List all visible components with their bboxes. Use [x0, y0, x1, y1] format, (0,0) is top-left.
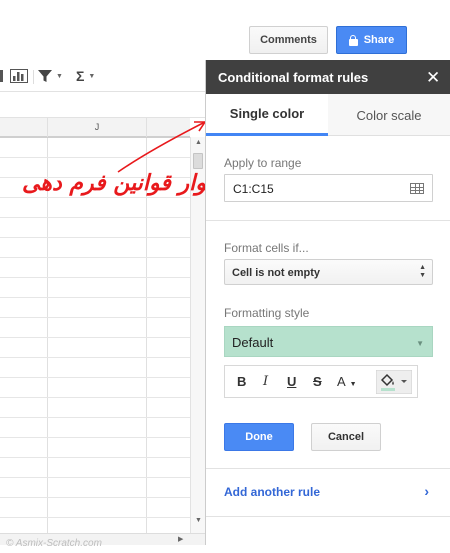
strikethrough-button[interactable]: S [313, 374, 322, 389]
italic-button[interactable]: I [263, 374, 268, 389]
add-another-rule[interactable]: Add another rule › [206, 473, 450, 513]
vertical-scrollbar[interactable]: ▲ ▼ [190, 137, 205, 533]
chart-icon[interactable] [10, 68, 28, 84]
chevron-right-icon: › [424, 483, 429, 499]
select-range-icon[interactable] [410, 183, 424, 194]
panel-title: Conditional format rules [218, 70, 369, 85]
scroll-up-icon[interactable]: ▲ [195, 139, 202, 146]
range-input[interactable]: C1:C15 [224, 174, 433, 202]
formatting-style-label: Formatting style [224, 306, 310, 320]
toolbar-partial-icon[interactable] [0, 68, 4, 84]
panel-header: Conditional format rules ✕ [206, 60, 450, 94]
apply-range-label: Apply to range [224, 156, 302, 170]
filter-dropdown-icon[interactable]: ▼ [56, 73, 63, 80]
formatting-style-value: Default [232, 335, 274, 350]
functions-icon[interactable]: Σ ▼ [76, 68, 95, 84]
tab-color-scale[interactable]: Color scale [328, 94, 450, 136]
close-icon[interactable]: ✕ [426, 68, 440, 88]
annotation-text: نوار قوانین فرم دهی [22, 170, 213, 196]
condition-select[interactable]: Cell is not empty ▲ ▼ [224, 259, 433, 285]
column-header-j[interactable]: J [48, 118, 146, 137]
done-button[interactable]: Done [224, 423, 294, 451]
spreadsheet-grid[interactable]: J ▲ ▼ [0, 93, 205, 533]
scrollbar-thumb[interactable] [193, 153, 203, 169]
range-value: C1:C15 [233, 182, 274, 196]
conditional-format-panel: Conditional format rules ✕ Single color … [205, 60, 450, 545]
fill-color-button[interactable] [375, 369, 413, 395]
text-color-button[interactable]: A ▼ [337, 374, 357, 389]
watermark: © Asmix-Scratch.com [6, 538, 102, 549]
chevron-down-icon: ▼ [416, 339, 424, 348]
bold-button[interactable]: B [237, 374, 246, 389]
condition-label: Format cells if... [224, 241, 309, 255]
column-header-i[interactable] [0, 118, 47, 137]
updown-icon: ▲ ▼ [419, 264, 426, 279]
functions-dropdown-icon[interactable]: ▼ [88, 73, 95, 80]
format-toolbar: B I U S A ▼ [224, 365, 418, 398]
filter-icon[interactable]: ▼ [38, 68, 63, 84]
cancel-button[interactable]: Cancel [311, 423, 381, 451]
scroll-right-icon[interactable]: ▶ [178, 535, 183, 543]
comments-button[interactable]: Comments [249, 26, 328, 54]
formula-bar[interactable] [0, 93, 205, 118]
condition-value: Cell is not empty [232, 267, 321, 279]
underline-button[interactable]: U [287, 374, 296, 389]
panel-tabs: Single color Color scale [206, 94, 450, 136]
share-button[interactable]: Share [336, 26, 407, 54]
sheet-toolbar: ▼ Σ ▼ [0, 60, 205, 92]
paint-bucket-icon [375, 369, 413, 395]
tab-single-color[interactable]: Single color [206, 94, 328, 136]
top-bar: Comments Share [0, 0, 450, 58]
scroll-down-icon[interactable]: ▼ [195, 517, 202, 524]
lock-icon [348, 34, 358, 46]
formatting-style-select[interactable]: Default ▼ [224, 326, 433, 357]
column-header-k[interactable] [147, 118, 190, 137]
share-label: Share [363, 34, 395, 46]
add-rule-label: Add another rule [224, 485, 321, 499]
